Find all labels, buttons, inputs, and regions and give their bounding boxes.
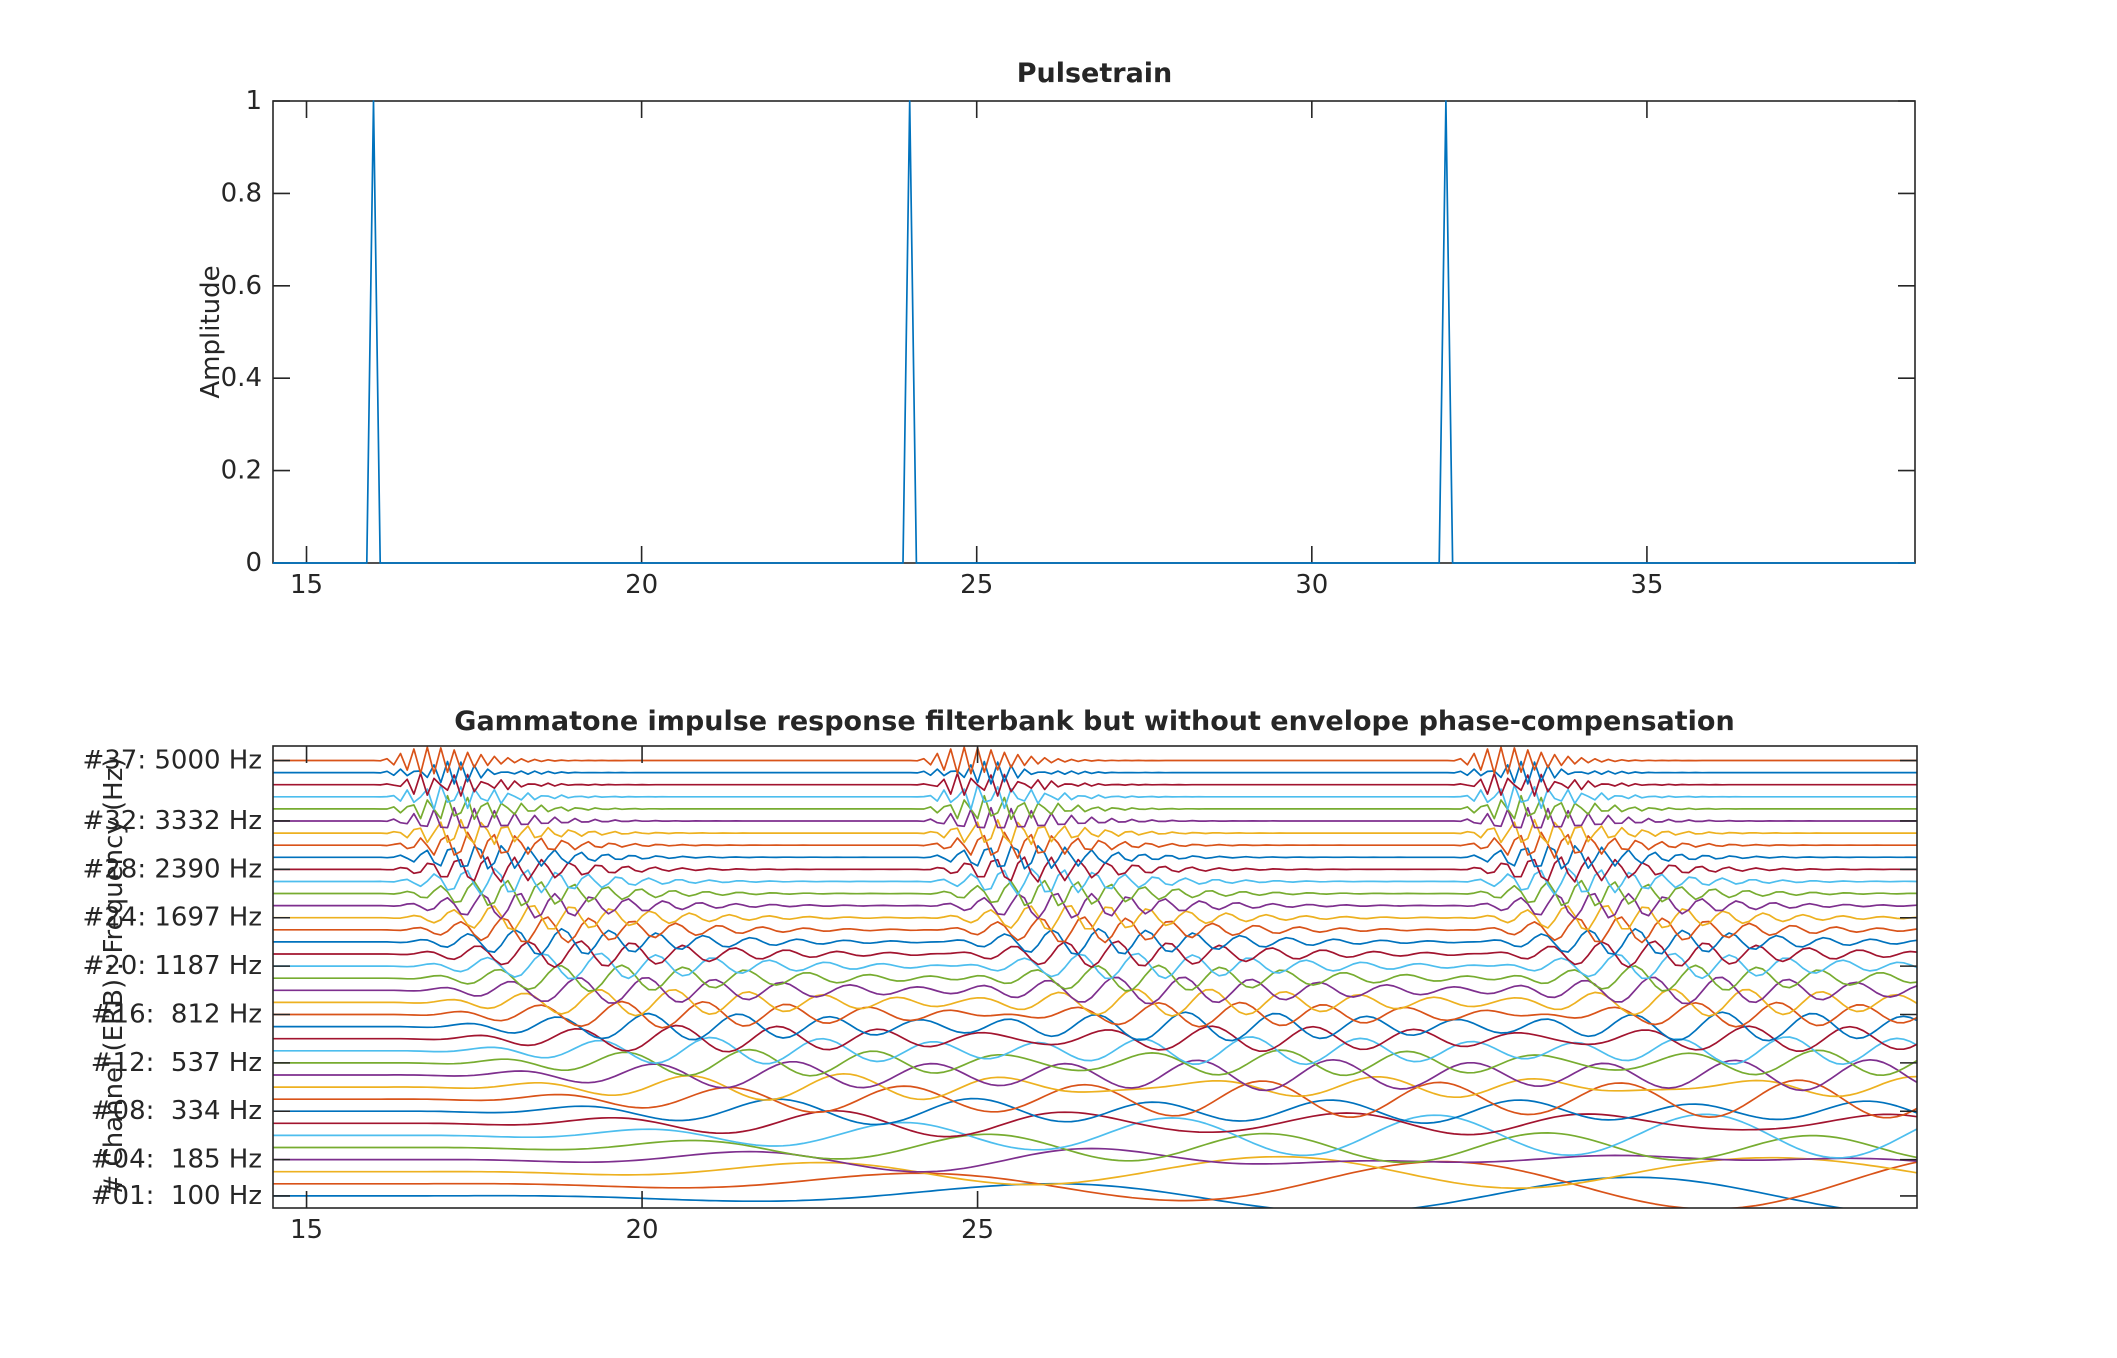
y-tick-label: #16: 812 Hz	[91, 999, 262, 1029]
channel-line	[273, 1111, 1917, 1137]
channel-lines	[273, 747, 1917, 1213]
channel-line	[273, 747, 1917, 774]
y-tick-label: #04: 185 Hz	[91, 1145, 262, 1175]
x-tick-label: 20	[626, 1215, 659, 1245]
y-tick-label: #01: 100 Hz	[91, 1181, 262, 1211]
channel-line	[273, 869, 1917, 895]
channel-line	[273, 894, 1917, 919]
x-tick-label: 15	[290, 1215, 323, 1245]
y-tick-label: #12: 537 Hz	[91, 1048, 262, 1078]
y-tick-label: #32: 3332 Hz	[82, 806, 262, 836]
y-tick-label: #37: 5000 Hz	[82, 746, 262, 776]
x-tick-label: 25	[961, 1215, 994, 1245]
channel-line	[273, 953, 1917, 978]
channel-line	[273, 762, 1917, 784]
y-tick-label: #08: 334 Hz	[91, 1096, 262, 1126]
y-tick-label: #20: 1187 Hz	[82, 951, 262, 981]
channel-line	[273, 906, 1917, 930]
filterbank-chart: 15 20 25 #01: 100 Hz #04: 185 Hz #08: 334 Hz #…	[0, 0, 2117, 1358]
channel-line	[273, 977, 1917, 1003]
y-tick-label: #28: 2390 Hz	[82, 854, 262, 884]
channel-line	[273, 965, 1917, 991]
channel-line	[273, 1114, 1917, 1158]
y-tick-label: #24: 1697 Hz	[82, 903, 262, 933]
channel-line	[273, 808, 1917, 828]
figure-canvas: Pulsetrain Amplitude Gammatone impulse r…	[0, 0, 2117, 1358]
channel-line	[273, 773, 1917, 796]
channel-line	[273, 1012, 1917, 1040]
channel-line	[273, 1074, 1917, 1100]
